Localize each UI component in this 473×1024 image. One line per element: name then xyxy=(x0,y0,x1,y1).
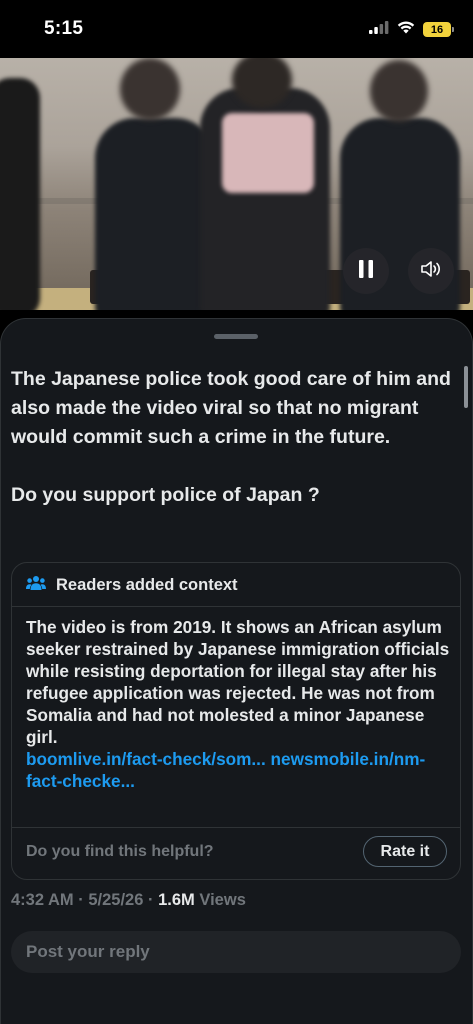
helpful-question: Do you find this helpful? xyxy=(26,843,214,860)
meta-separator: · xyxy=(78,891,84,909)
status-icons: 16 xyxy=(369,20,454,39)
post-paragraph: The Japanese police took good care of hi… xyxy=(11,368,451,448)
post-time: 4:32 AM xyxy=(11,891,74,909)
reply-input[interactable]: Post your reply xyxy=(11,931,461,973)
post-text: The Japanese police took good care of hi… xyxy=(11,365,451,510)
volume-button[interactable] xyxy=(408,248,454,294)
video-figure-edge xyxy=(0,78,40,310)
community-note-card: Readers added context The video is from … xyxy=(11,562,461,880)
video-figure-left xyxy=(95,118,215,310)
rate-it-button[interactable]: Rate it xyxy=(363,836,447,867)
status-time: 5:15 xyxy=(44,18,84,39)
post-meta: 4:32 AM · 5/25/26 · 1.6M Views xyxy=(11,891,246,910)
volume-icon xyxy=(420,260,442,283)
wifi-icon xyxy=(397,20,415,39)
people-icon xyxy=(26,575,46,596)
video-player[interactable] xyxy=(0,58,473,310)
scrollbar[interactable] xyxy=(464,366,468,408)
community-note-links: boomlive.in/fact-check/som... newsmobile… xyxy=(26,748,452,792)
community-note-header: Readers added context xyxy=(26,575,238,596)
battery-level: 16 xyxy=(430,23,444,36)
views-count: 1.6M xyxy=(158,891,195,909)
views-label: Views xyxy=(199,891,246,909)
post-date[interactable]: 5/25/26 xyxy=(88,891,143,909)
community-note-title: Readers added context xyxy=(56,576,238,594)
drag-handle[interactable] xyxy=(214,334,258,339)
video-blurred-face xyxy=(120,58,180,120)
pause-button[interactable] xyxy=(343,248,389,294)
source-link[interactable]: boomlive.in/fact-check/som... xyxy=(26,749,266,769)
post-paragraph: Do you support police of Japan ? xyxy=(11,484,320,506)
pause-icon xyxy=(358,259,374,283)
meta-separator: · xyxy=(148,891,154,909)
cellular-signal-icon xyxy=(369,20,389,39)
community-note-body: The video is from 2019. It shows an Afri… xyxy=(26,617,450,747)
video-blurred-face xyxy=(370,60,428,122)
video-figure-shirt xyxy=(222,113,314,193)
status-bar: 5:15 16 xyxy=(0,0,473,58)
divider xyxy=(12,606,460,607)
battery-charging-icon: 16 xyxy=(423,22,454,37)
divider xyxy=(12,827,460,828)
